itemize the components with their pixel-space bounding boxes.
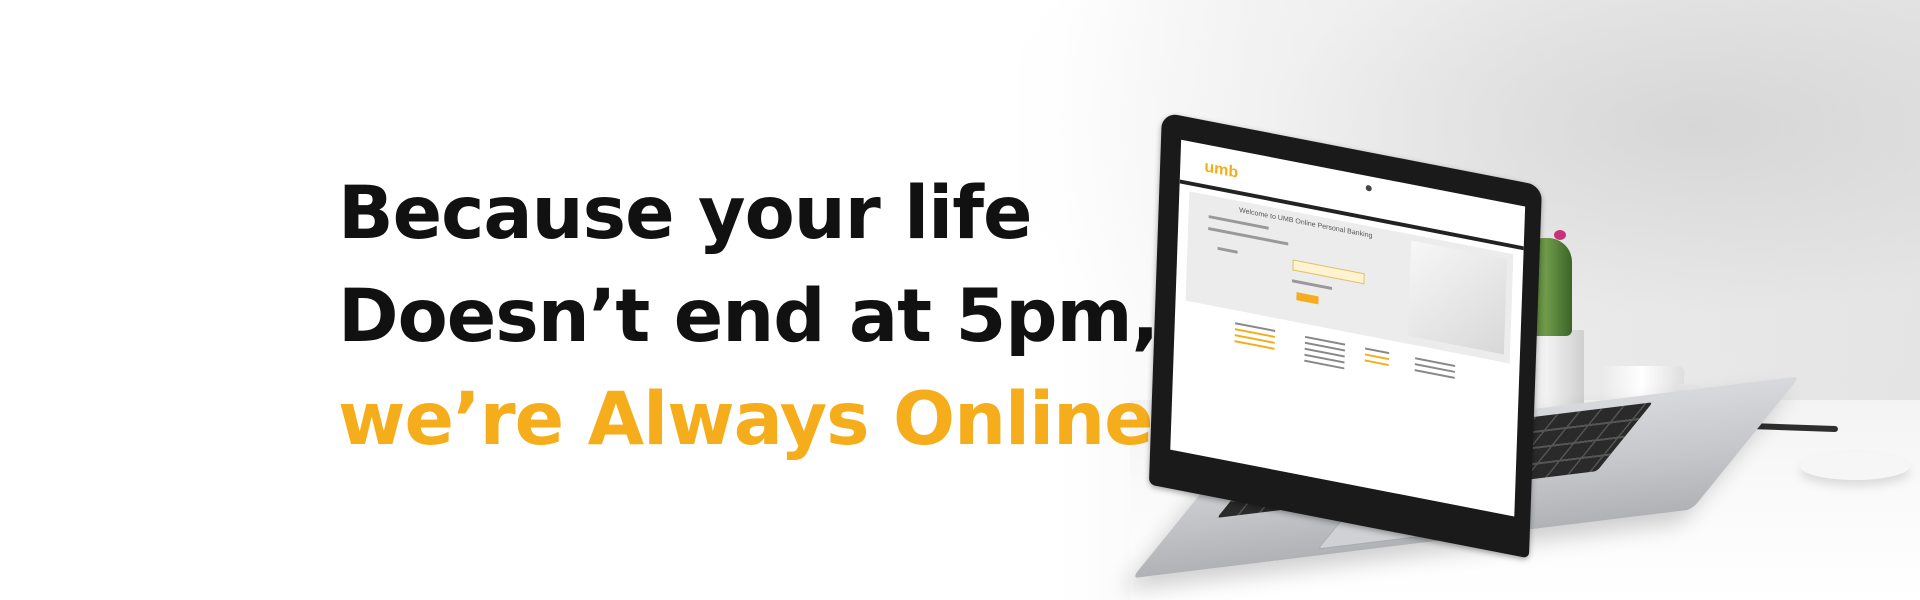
umb-logo: umb	[1204, 158, 1239, 182]
screen-text-line	[1208, 226, 1289, 246]
laptop-lid: umb Welcome to UMB Online Personal Banki…	[1148, 112, 1542, 559]
screen-footer-column	[1414, 357, 1456, 383]
screen-text-line	[1217, 246, 1238, 254]
laptop-illustration: umb Welcome to UMB Online Personal Banki…	[0, 0, 1920, 600]
laptop-screen: umb Welcome to UMB Online Personal Banki…	[1170, 139, 1526, 517]
screen-login-button	[1296, 292, 1319, 305]
screen-footer-column	[1364, 347, 1390, 370]
screen-devices-image	[1407, 240, 1508, 355]
screen-footer-column	[1304, 335, 1346, 374]
hero-banner: Because your life Doesn’t end at 5pm, we…	[0, 0, 1920, 600]
screen-welcome-text: Welcome to UMB Online Personal Banking	[1238, 207, 1373, 240]
screen-footer-column	[1234, 322, 1276, 354]
screen-text-line	[1291, 279, 1333, 291]
webcam-icon	[1365, 184, 1372, 192]
